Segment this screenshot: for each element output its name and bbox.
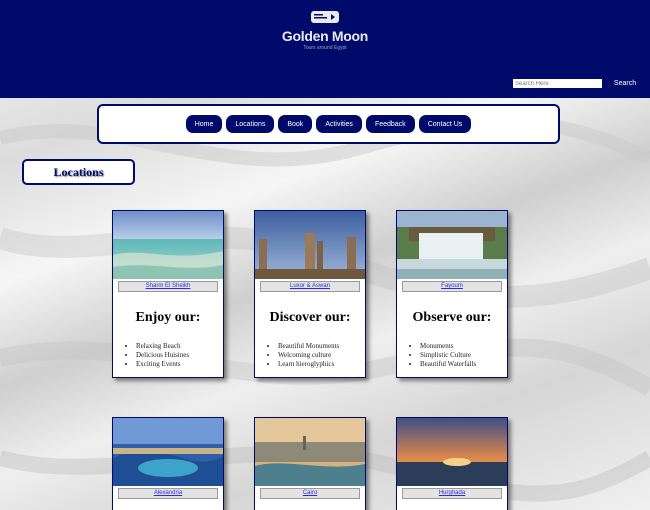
card-heading: Enjoy our: (135, 310, 201, 325)
nav-home[interactable]: Home (185, 115, 223, 133)
location-link[interactable]: Fayoum (402, 281, 502, 292)
location-card-fayoum: Fayoum Observe our: Monuments Simplistic… (396, 210, 508, 378)
location-card-alexandria: Alexandria (112, 417, 224, 510)
logo[interactable]: Golden Moon Tours around Egypt (270, 10, 380, 51)
location-card-cairo: Cairo (254, 417, 366, 510)
nav-contact-us[interactable]: Contact Us (418, 115, 472, 133)
location-link[interactable]: Cairo (260, 488, 360, 499)
ticket-icon (311, 11, 339, 23)
card-heading: Discover our: (269, 310, 351, 325)
location-card-luxor: Luxor & Aswan Discover our: Beautiful Mo… (254, 210, 366, 378)
list-item: Monuments (420, 342, 507, 351)
search-input[interactable] (513, 79, 602, 88)
hurghada-photo[interactable] (397, 418, 507, 486)
nav-activities[interactable]: Activities (316, 115, 362, 133)
alexandria-photo[interactable] (113, 418, 223, 486)
location-link[interactable]: Alexandria (118, 488, 218, 499)
search-button[interactable]: Search (605, 74, 645, 92)
nav-locations[interactable]: Locations (226, 115, 275, 133)
card-heading: Observe our: (412, 310, 492, 325)
brand-name: Golden Moon (281, 28, 369, 44)
feature-list: Relaxing Beach Delicious Huisines Exciti… (136, 342, 223, 369)
beach-photo[interactable] (113, 211, 223, 279)
list-item: Beautiful Monuments (278, 342, 365, 351)
list-item: Simplistic Culture (420, 351, 507, 360)
brand-tagline: Tours around Egypt (303, 45, 347, 51)
list-item: Beautiful Waterfalls (420, 360, 507, 369)
list-item: Welcoming culture (278, 351, 365, 360)
list-item: Relaxing Beach (136, 342, 223, 351)
nav-book[interactable]: Book (278, 115, 313, 133)
nav-feedback[interactable]: Feedback (365, 115, 415, 133)
temple-photo[interactable] (255, 211, 365, 279)
list-item: Exciting Events (136, 360, 223, 369)
location-link[interactable]: Sharm El Sheikh (118, 281, 218, 292)
list-item: Learn hieroglyphics (278, 360, 365, 369)
waterfall-photo[interactable] (397, 211, 507, 279)
feature-list: Monuments Simplistic Culture Beautiful W… (420, 342, 507, 369)
main-nav: Home Locations Book Activities Feedback … (97, 104, 560, 144)
location-link[interactable]: Luxor & Aswan (260, 281, 360, 292)
cairo-photo[interactable] (255, 418, 365, 486)
list-item: Delicious Huisines (136, 351, 223, 360)
feature-list: Beautiful Monuments Welcoming culture Le… (278, 342, 365, 369)
location-link[interactable]: Hurghada (402, 488, 502, 499)
page-title: Locations (22, 159, 135, 185)
location-card-sharm: Sharm El Sheikh Enjoy our: Relaxing Beac… (112, 210, 224, 378)
site-header: Golden Moon Tours around Egypt Search (0, 0, 650, 98)
location-card-hurghada: Hurghada (396, 417, 508, 510)
